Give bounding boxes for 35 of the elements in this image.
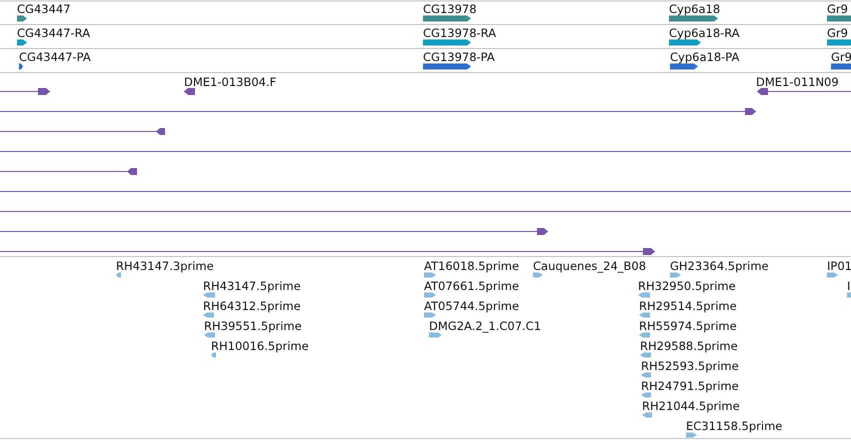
gene-label: Cyp6a18 (669, 2, 720, 16)
gene-label: CG13978 (423, 2, 477, 16)
gene-label: CG43447 (17, 2, 71, 16)
transcript-label: CG13978-RA (423, 26, 496, 40)
est-label: RH43147.3prime (116, 259, 214, 273)
est-label: RH39551.5prime (204, 319, 302, 333)
est-label: RH29588.5prime (640, 339, 738, 353)
protein-label: Cyp6a18-PA (670, 50, 740, 64)
est-label: AT16018.5prime (424, 259, 520, 273)
est-label: I (847, 279, 850, 293)
protein-label: CG13978-PA (423, 50, 495, 64)
est-label: AT05744.5prime (424, 299, 520, 313)
est-label: RH10016.5prime (211, 339, 309, 353)
clone-label: DME1-013B04.F (184, 75, 276, 89)
est-label: RH43147.5prime (203, 279, 301, 293)
est-label: DMG2A.2_1.C07.C1 (429, 319, 542, 333)
transcript-label: Gr9 (827, 26, 848, 40)
est-label: RH29514.5prime (639, 299, 737, 313)
est-label: RH64312.5prime (203, 299, 301, 313)
protein-label: CG43447-PA (19, 50, 91, 64)
est-label: IP01 (827, 259, 851, 273)
est-label: AT07661.5prime (424, 279, 520, 293)
est-label: RH55974.5prime (639, 319, 737, 333)
gene-label: Gr9 (827, 2, 848, 16)
transcript-label: Cyp6a18-RA (669, 26, 740, 40)
est-label: Cauquenes_24_B08 (533, 259, 646, 273)
est-label: RH52593.5prime (641, 359, 739, 373)
est-label: GH23364.5prime (670, 259, 769, 273)
est-label: RH24791.5prime (641, 379, 739, 393)
clone-label: DME1-011N09 (756, 75, 839, 89)
protein-label: Gr9 (831, 50, 851, 64)
est-label: EC31158.5prime (686, 419, 782, 433)
est-label: RH32950.5prime (638, 279, 736, 293)
transcript-label: CG43447-RA (17, 26, 90, 40)
est-label: RH21044.5prime (642, 399, 740, 413)
